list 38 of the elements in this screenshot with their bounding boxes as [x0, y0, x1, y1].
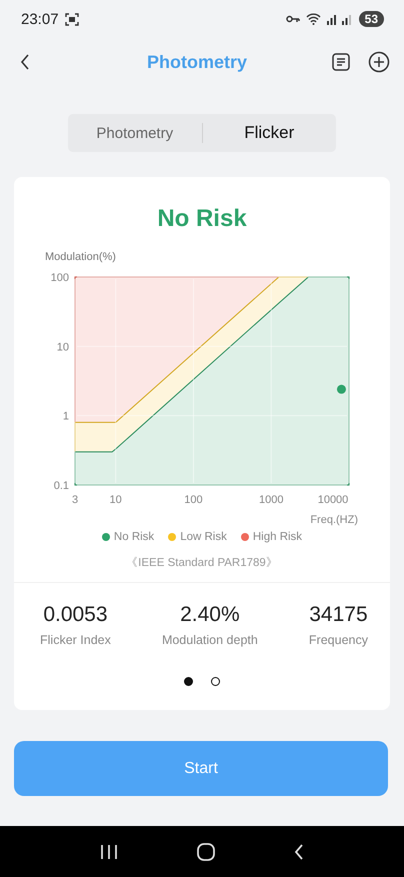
x-tick-label: 100 [184, 494, 203, 506]
stat-value: 0.0053 [43, 603, 108, 627]
page-title: Photometry [146, 52, 248, 72]
x-axis-title: Freq.(HZ) [310, 514, 358, 526]
key-icon [286, 15, 300, 23]
x-tick-label: 10 [110, 494, 122, 506]
tab[interactable]: Photometry [68, 114, 202, 152]
status-time: 23:07 [21, 10, 59, 28]
signal-icon [326, 13, 353, 25]
battery-indicator: 53 [358, 11, 384, 27]
tab[interactable]: Flicker [202, 114, 336, 152]
page-dot[interactable] [211, 677, 220, 686]
stat-label: Modulation depth [162, 633, 258, 647]
legend-label: High Risk [252, 531, 302, 543]
screenshot-icon [64, 12, 79, 26]
y-tick-label: 1 [62, 410, 69, 423]
recents-icon[interactable] [100, 844, 118, 860]
x-tick-label: 3 [72, 494, 78, 506]
stat-value: 34175 [309, 603, 368, 627]
add-icon[interactable] [366, 49, 392, 75]
risk-result: No Risk [157, 205, 247, 233]
y-tick-label: 0.1 [54, 480, 69, 492]
y-axis-title: Modulation(%) [45, 251, 116, 263]
start-button[interactable]: Start [14, 741, 388, 796]
x-tick-label: 10000 [318, 494, 348, 506]
stat-value: 2.40% [180, 603, 240, 627]
back-nav-icon[interactable] [294, 844, 304, 860]
y-tick-label: 10 [56, 341, 69, 354]
stat-label: Frequency [308, 633, 368, 647]
y-tick-label: 100 [50, 272, 69, 284]
legend-label: No Risk [114, 531, 154, 543]
legend-label: Low Risk [180, 531, 227, 543]
stat-label: Flicker Index [40, 633, 111, 647]
wifi-icon [306, 13, 321, 25]
standard-note: 《IEEE Standard PAR1789》 [126, 556, 278, 570]
page-dot[interactable] [184, 677, 193, 686]
home-icon[interactable] [196, 842, 215, 860]
x-tick-label: 1000 [258, 494, 284, 506]
